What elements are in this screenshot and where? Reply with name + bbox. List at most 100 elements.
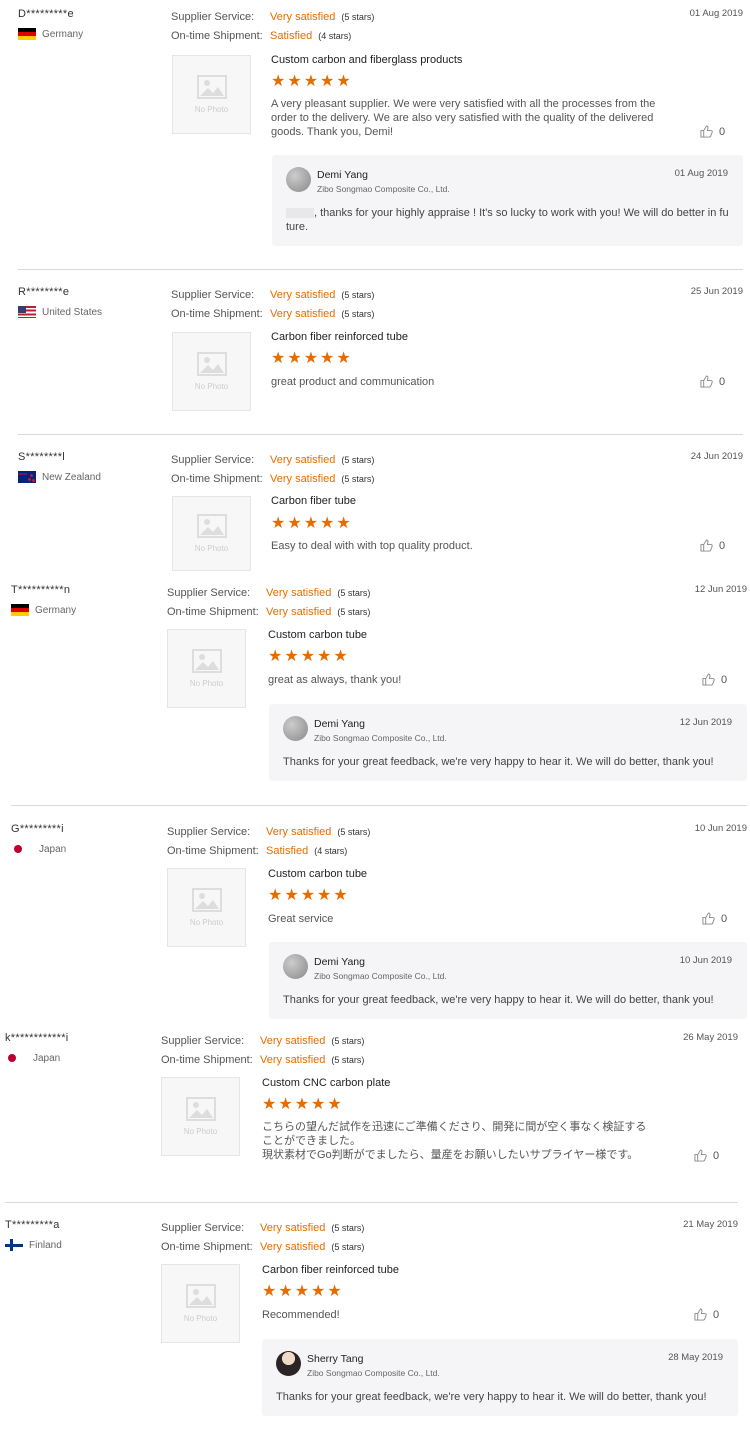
- rating-stars: (4 stars): [318, 30, 352, 41]
- product-name[interactable]: Custom carbon tube: [268, 629, 367, 641]
- rating-value: Very satisfied: [260, 1053, 326, 1066]
- rating-stars: (5 stars): [341, 308, 375, 319]
- like-button[interactable]: 0: [694, 1149, 719, 1162]
- buyer-name: G*********i: [11, 823, 64, 835]
- supplier-service-rating: Supplier Service: Very satisfied (5 star…: [171, 286, 374, 305]
- like-button[interactable]: 0: [700, 375, 725, 388]
- product-photo-placeholder[interactable]: No Photo: [172, 496, 251, 571]
- star-icon: ★: [287, 350, 302, 367]
- image-placeholder-icon: [191, 888, 222, 912]
- product-photo-placeholder[interactable]: No Photo: [167, 868, 246, 947]
- star-rating: ★ ★ ★ ★ ★: [271, 74, 351, 90]
- rating-value: Satisfied: [266, 844, 309, 857]
- star-icon: ★: [271, 350, 286, 367]
- ratings: Supplier Service: Very satisfied (5 star…: [161, 1219, 364, 1256]
- reply-text: , thanks for your highly appraise ! It's…: [286, 206, 736, 234]
- thumbs-up-icon: [694, 1149, 707, 1162]
- image-placeholder-icon: [196, 352, 227, 376]
- review-card: T*********a Finland Supplier Service: Ve…: [5, 1219, 738, 1424]
- star-icon: ★: [262, 1096, 277, 1113]
- buyer-name: k************i: [5, 1032, 69, 1044]
- rating-label: On-time Shipment:: [167, 844, 259, 857]
- no-photo-label: No Photo: [194, 382, 229, 391]
- review-comment: Great service: [268, 913, 334, 925]
- buyer-country: Finland: [5, 1239, 155, 1251]
- star-icon: ★: [333, 648, 348, 665]
- product-name[interactable]: Carbon fiber reinforced tube: [271, 331, 408, 343]
- country-name: Germany: [35, 604, 77, 616]
- product-name[interactable]: Carbon fiber tube: [271, 495, 356, 507]
- no-photo-label: No Photo: [194, 105, 229, 114]
- buyer-country: Germany: [11, 604, 161, 616]
- buyer-info: R********e United States: [18, 286, 168, 318]
- star-icon: ★: [294, 1283, 310, 1300]
- supplier-service-rating: Supplier Service: Very satisfied (5 star…: [167, 584, 370, 603]
- product-photo-placeholder[interactable]: No Photo: [161, 1264, 240, 1343]
- image-placeholder-icon: [196, 75, 227, 99]
- reply-text-content: , thanks for your highly appraise ! It's…: [286, 207, 729, 233]
- supplier-reply: Demi Yang Zibo Songmao Composite Co., Lt…: [272, 155, 743, 246]
- thumbs-up-icon: [700, 125, 713, 138]
- shipment-rating: On-time Shipment: Very satisfied (5 star…: [161, 1238, 364, 1257]
- thumbs-up-icon: [694, 1308, 707, 1321]
- star-icon: ★: [278, 1283, 293, 1300]
- ratings: Supplier Service: Very satisfied (5 star…: [171, 451, 374, 488]
- star-rating: ★ ★ ★ ★ ★: [262, 1097, 342, 1113]
- rating-stars: (4 stars): [314, 845, 348, 856]
- star-icon: ★: [333, 887, 348, 904]
- star-icon: ★: [300, 887, 316, 904]
- like-button[interactable]: 0: [702, 673, 727, 686]
- replier-name: Demi Yang: [317, 169, 368, 181]
- supplier-service-rating: Supplier Service: Very satisfied (5 star…: [161, 1219, 364, 1238]
- finland-flag-icon: [5, 1239, 23, 1251]
- rating-value: Very satisfied: [270, 472, 336, 485]
- star-rating: ★ ★ ★ ★ ★: [271, 351, 351, 367]
- star-icon: ★: [278, 1096, 293, 1113]
- review-comment: great product and communication: [271, 376, 435, 388]
- star-icon: ★: [268, 887, 283, 904]
- avatar: [286, 167, 311, 192]
- star-icon: ★: [317, 648, 332, 665]
- product-photo-placeholder[interactable]: No Photo: [172, 332, 251, 411]
- buyer-info: D*********e Germany: [18, 8, 168, 40]
- redacted-name: [286, 208, 314, 219]
- product-photo-placeholder[interactable]: No Photo: [172, 55, 251, 134]
- like-button[interactable]: 0: [700, 125, 725, 138]
- rating-stars: (5 stars): [341, 290, 375, 301]
- product-photo-placeholder[interactable]: No Photo: [161, 1077, 240, 1156]
- no-photo-label: No Photo: [189, 679, 224, 688]
- review-date: 26 May 2019: [683, 1032, 738, 1043]
- rating-value: Very satisfied: [260, 1035, 326, 1048]
- rating-stars: (5 stars): [341, 473, 375, 484]
- divider: [18, 434, 743, 435]
- buyer-info: S********l New Zealand: [18, 451, 168, 483]
- ratings: Supplier Service: Very satisfied (5 star…: [161, 1032, 364, 1069]
- shipment-rating: On-time Shipment: Very satisfied (5 star…: [171, 305, 374, 324]
- rating-stars: (5 stars): [341, 12, 375, 23]
- reply-text: Thanks for your great feedback, we're ve…: [283, 994, 714, 1006]
- country-name: Finland: [29, 1239, 62, 1251]
- rating-label: On-time Shipment:: [171, 307, 263, 320]
- like-button[interactable]: 0: [694, 1308, 719, 1321]
- review-date: 10 Jun 2019: [694, 823, 747, 834]
- product-name[interactable]: Custom carbon tube: [268, 868, 367, 880]
- replier-name: Sherry Tang: [307, 1353, 364, 1365]
- buyer-name: T*********a: [5, 1219, 60, 1231]
- product-photo-placeholder[interactable]: No Photo: [167, 629, 246, 708]
- like-button[interactable]: 0: [702, 912, 727, 925]
- replier-name: Demi Yang: [314, 956, 365, 968]
- divider: [18, 269, 743, 270]
- product-name[interactable]: Carbon fiber reinforced tube: [262, 1264, 399, 1276]
- no-photo-label: No Photo: [194, 544, 229, 553]
- rating-label: Supplier Service:: [171, 289, 255, 302]
- product-name[interactable]: Custom CNC carbon plate: [262, 1077, 390, 1089]
- germany-flag-icon: [11, 604, 29, 616]
- star-icon: ★: [284, 648, 299, 665]
- like-button[interactable]: 0: [700, 539, 725, 552]
- rating-label: On-time Shipment:: [171, 29, 263, 42]
- rating-label: Supplier Service:: [161, 1222, 245, 1235]
- star-icon: ★: [311, 1283, 326, 1300]
- star-icon: ★: [300, 648, 316, 665]
- like-count: 0: [719, 375, 726, 388]
- product-name[interactable]: Custom carbon and fiberglass products: [271, 54, 462, 66]
